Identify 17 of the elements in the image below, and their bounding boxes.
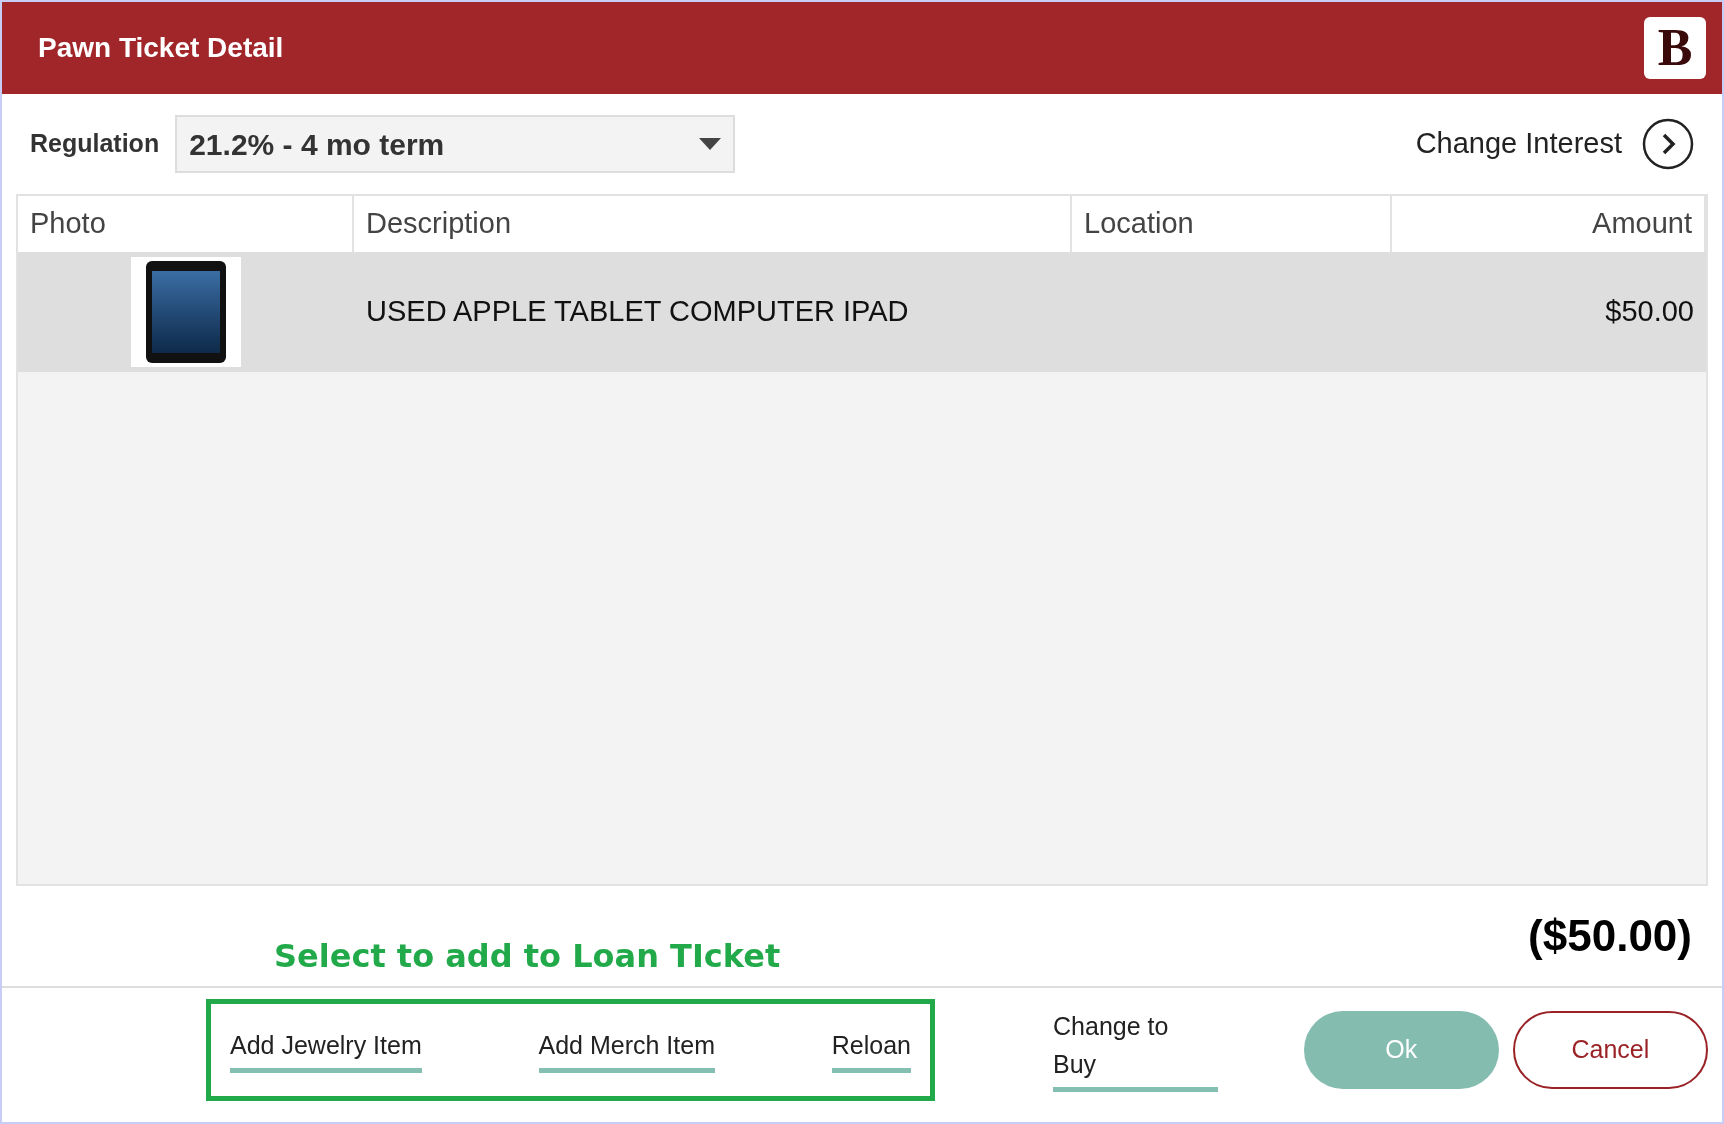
total-amount: ($50.00) (1528, 910, 1692, 962)
table-row[interactable]: USED APPLE TABLET COMPUTER IPAD $50.00 (18, 252, 1706, 372)
change-interest-button[interactable]: Change Interest (1415, 118, 1694, 170)
add-item-link[interactable]: Add Jewelry Item (230, 1026, 422, 1074)
change-to-buy-link[interactable]: Change to Buy (1053, 1008, 1218, 1092)
window-title: Pawn Ticket Detail (38, 31, 284, 65)
add-item-link[interactable]: Add Merch Item (538, 1026, 715, 1074)
logo-icon: B (1644, 17, 1706, 79)
description-cell: USED APPLE TABLET COMPUTER IPAD (366, 295, 909, 328)
amount-cell: $50.00 (1605, 295, 1694, 328)
regulation-dropdown[interactable]: 21.2% - 4 mo term (175, 115, 736, 173)
add-item-link[interactable]: Reloan (831, 1026, 911, 1074)
regulation-label: Regulation (30, 128, 160, 160)
chevron-right-icon (1642, 118, 1694, 170)
caret-icon (699, 138, 722, 150)
cancel-button[interactable]: Cancel (1512, 1011, 1708, 1089)
annotation-text: Select to add to Loan TIcket (274, 936, 781, 977)
